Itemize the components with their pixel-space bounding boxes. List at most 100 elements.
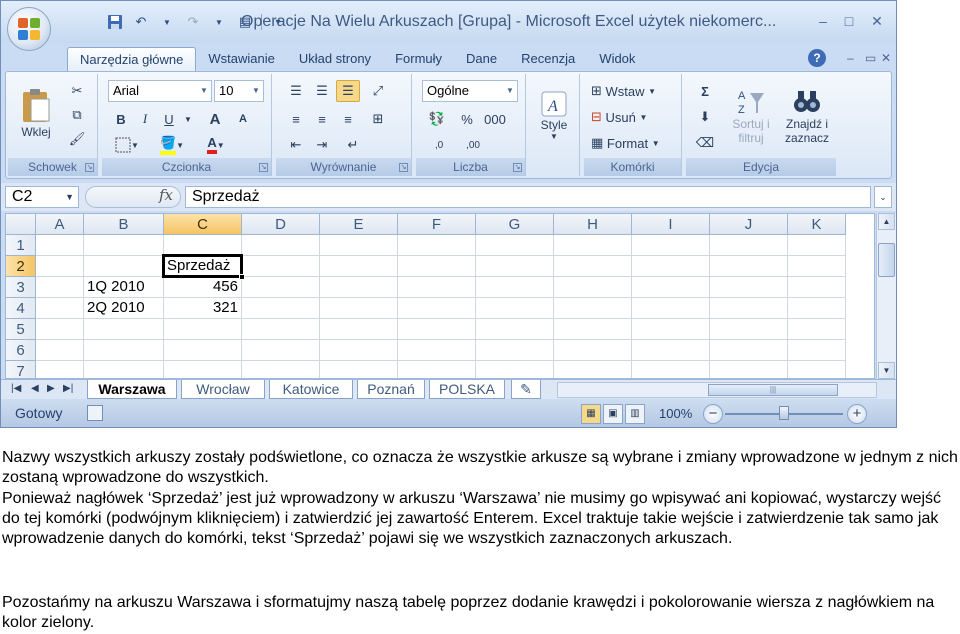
percent-button[interactable]: %	[456, 108, 478, 130]
cell-d3[interactable]	[242, 277, 320, 298]
cell-e3[interactable]	[320, 277, 398, 298]
cell-a7[interactable]	[36, 361, 84, 378]
cell-f3[interactable]	[398, 277, 476, 298]
cell-j2[interactable]	[710, 256, 788, 277]
tab-home[interactable]: Narzędzia główne	[67, 47, 197, 71]
dialog-launcher-icon[interactable]: ↘	[399, 163, 408, 172]
tab-formulas[interactable]: Formuły	[383, 47, 454, 71]
cell-d2[interactable]	[242, 256, 320, 277]
cell-g7[interactable]	[476, 361, 554, 378]
chevron-down-icon[interactable]: ▼	[182, 108, 194, 130]
cell-d4[interactable]	[242, 298, 320, 319]
cell-g2[interactable]	[476, 256, 554, 277]
row-header-4[interactable]: 4	[6, 298, 36, 319]
sheet-tab-4[interactable]: Poznań	[357, 380, 425, 399]
cell-j6[interactable]	[710, 340, 788, 361]
row-header-5[interactable]: 5	[6, 319, 36, 340]
doc-restore-button[interactable]: ▭	[865, 51, 876, 65]
cell-h6[interactable]	[554, 340, 632, 361]
cell-c7[interactable]	[164, 361, 242, 378]
tab-view[interactable]: Widok	[587, 47, 647, 71]
cell-g4[interactable]	[476, 298, 554, 319]
autosum-button[interactable]: Σ	[690, 80, 720, 102]
maximize-button[interactable]: □	[839, 13, 859, 29]
insert-cells-button[interactable]: ⊞ Wstaw ▼	[590, 80, 674, 102]
select-all-button[interactable]	[6, 214, 36, 235]
cell-b7[interactable]	[84, 361, 164, 378]
redo-icon[interactable]: ↷	[183, 12, 203, 32]
align-center-icon[interactable]: ≡	[310, 108, 334, 130]
cell-k7[interactable]	[788, 361, 846, 378]
tab-insert[interactable]: Wstawianie	[196, 47, 286, 71]
bold-button[interactable]: B	[110, 108, 132, 130]
cell-j5[interactable]	[710, 319, 788, 340]
cell-f1[interactable]	[398, 235, 476, 256]
close-button[interactable]: ✕	[867, 13, 887, 29]
sheet-tab-1[interactable]: Warszawa	[87, 380, 177, 399]
cell-f7[interactable]	[398, 361, 476, 378]
cell-f6[interactable]	[398, 340, 476, 361]
format-painter-icon[interactable]: 🖌	[66, 128, 88, 150]
cell-e4[interactable]	[320, 298, 398, 319]
page-break-view-icon[interactable]: ▥	[625, 404, 645, 424]
cell-j1[interactable]	[710, 235, 788, 256]
macro-record-icon[interactable]	[87, 405, 103, 421]
cell-i7[interactable]	[632, 361, 710, 378]
sort-filter-button[interactable]: AZ Sortuj i filtruj	[726, 78, 776, 154]
cell-h7[interactable]	[554, 361, 632, 378]
zoom-slider-thumb[interactable]	[779, 406, 789, 420]
fill-handle[interactable]	[239, 274, 245, 280]
shrink-font-button[interactable]: A	[230, 108, 256, 130]
sheet-tab-5[interactable]: POLSKA	[429, 380, 505, 399]
row-header-6[interactable]: 6	[6, 340, 36, 361]
cell-d7[interactable]	[242, 361, 320, 378]
cell-i6[interactable]	[632, 340, 710, 361]
cell-a5[interactable]	[36, 319, 84, 340]
currency-icon[interactable]: 💱	[422, 108, 452, 130]
cell-g5[interactable]	[476, 319, 554, 340]
row-header-2[interactable]: 2	[6, 256, 36, 277]
cell-j4[interactable]	[710, 298, 788, 319]
italic-button[interactable]: I	[134, 108, 156, 130]
cell-c5[interactable]	[164, 319, 242, 340]
column-header-f[interactable]: F	[398, 214, 476, 235]
undo-icon[interactable]: ↶	[131, 12, 151, 32]
zoom-out-icon[interactable]: −	[703, 404, 723, 424]
cell-k5[interactable]	[788, 319, 846, 340]
tab-page-layout[interactable]: Układ strony	[287, 47, 383, 71]
cell-j3[interactable]	[710, 277, 788, 298]
scroll-down-icon[interactable]: ▼	[878, 362, 895, 379]
underline-button[interactable]: U	[158, 108, 180, 130]
cut-icon[interactable]: ✂	[66, 80, 88, 102]
spreadsheet-grid[interactable]: ABCDEFGHIJK 1234567 Sprzedaż 1Q 2010 456 2Q…	[5, 213, 875, 379]
save-icon[interactable]	[105, 12, 125, 32]
cell-k6[interactable]	[788, 340, 846, 361]
cell-c2[interactable]: Sprzedaż	[164, 256, 242, 277]
cell-a4[interactable]	[36, 298, 84, 319]
column-header-h[interactable]: H	[554, 214, 632, 235]
cell-i2[interactable]	[632, 256, 710, 277]
format-cells-button[interactable]: ▦ Format ▼	[590, 132, 674, 154]
column-header-c[interactable]: C	[164, 214, 242, 235]
find-select-button[interactable]: Znajdź i zaznacz	[780, 78, 834, 154]
cell-i5[interactable]	[632, 319, 710, 340]
fill-icon[interactable]: ⬇	[690, 106, 720, 128]
dialog-launcher-icon[interactable]: ↘	[85, 163, 94, 172]
cell-d1[interactable]	[242, 235, 320, 256]
first-sheet-icon[interactable]: |◀	[11, 383, 21, 394]
row-header-3[interactable]: 3	[6, 277, 36, 298]
scroll-thumb[interactable]: |||	[708, 384, 838, 396]
decrease-decimal-button[interactable]: ,00	[458, 134, 488, 156]
cell-b6[interactable]	[84, 340, 164, 361]
increase-indent-icon[interactable]: ⇥	[310, 134, 334, 156]
cell-k3[interactable]	[788, 277, 846, 298]
cell-e5[interactable]	[320, 319, 398, 340]
formula-input[interactable]: Sprzedaż	[185, 186, 871, 208]
doc-minimize-button[interactable]: –	[847, 51, 854, 65]
cell-b2[interactable]	[84, 256, 164, 277]
cell-b1[interactable]	[84, 235, 164, 256]
doc-close-button[interactable]: ✕	[881, 51, 891, 65]
wrap-text-icon[interactable]: ↵	[336, 134, 370, 156]
font-color-button[interactable]: A ▼	[198, 134, 234, 156]
text-orientation-icon[interactable]: ⤢	[364, 80, 392, 102]
